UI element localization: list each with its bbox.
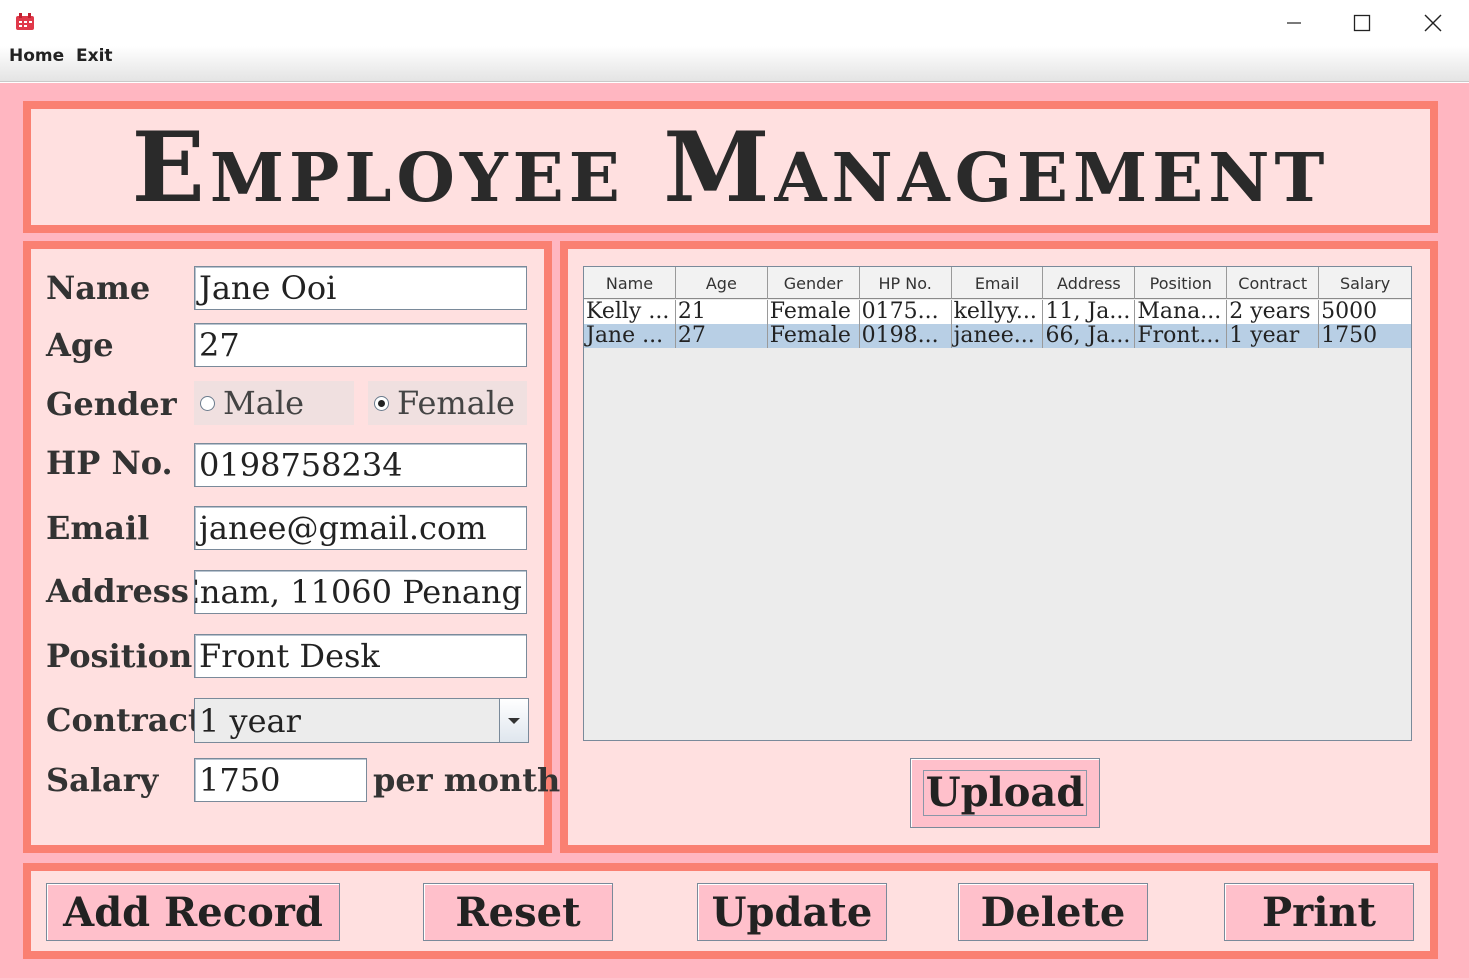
minimize-icon[interactable] [1259, 0, 1329, 46]
table-cell: 0175... [860, 300, 952, 324]
column-header-salary[interactable]: Salary [1319, 267, 1411, 299]
table-cell: Jane ... [584, 324, 676, 348]
page-title: Employee Management [131, 110, 1330, 224]
salary-unit-label: per month [373, 761, 561, 799]
gender-female-label: Female [397, 384, 515, 422]
gender-male-label: Male [223, 384, 305, 422]
table-cell: Female [768, 300, 860, 324]
update-button[interactable]: Update [697, 883, 887, 941]
gender-label: Gender [46, 385, 177, 423]
column-header-hp[interactable]: HP No. [860, 267, 952, 299]
chevron-down-icon[interactable] [499, 699, 528, 742]
menu-bar: Home Exit [0, 46, 1469, 82]
table-cell: 1750 [1321, 324, 1378, 348]
window-title-bar [0, 0, 1469, 46]
hp-input[interactable]: 0198758234 [194, 443, 527, 487]
salary-label: Salary [46, 761, 159, 799]
salary-input[interactable]: 1750 [194, 758, 367, 802]
contract-selected-value: 1 year [199, 701, 301, 740]
name-input[interactable]: Jane Ooi [194, 266, 527, 310]
radio-selected-icon [374, 395, 389, 411]
age-label: Age [46, 326, 114, 364]
column-header-gender[interactable]: Gender [768, 267, 860, 299]
add-record-button[interactable]: Add Record [46, 883, 340, 941]
employee-table[interactable]: Name Age Gender HP No. Email Address Pos… [583, 266, 1412, 741]
menu-exit[interactable]: Exit [76, 46, 113, 82]
reset-button[interactable]: Reset [423, 883, 613, 941]
title-panel: Employee Management [23, 101, 1438, 233]
hp-label: HP No. [46, 444, 173, 482]
column-header-contract[interactable]: Contract [1227, 267, 1320, 299]
age-input[interactable]: 27 [194, 323, 527, 367]
email-input[interactable]: janee@gmail.com [194, 506, 527, 550]
name-label: Name [46, 269, 151, 307]
position-input[interactable]: Front Desk [194, 634, 527, 678]
upload-button[interactable]: Upload [910, 758, 1100, 828]
calendar-icon [15, 13, 35, 31]
close-icon[interactable] [1398, 0, 1468, 46]
table-cell: Front... [1135, 324, 1228, 348]
email-label: Email [46, 509, 150, 547]
position-label: Position [46, 637, 193, 675]
table-cell: Kelly ... [584, 300, 676, 324]
column-header-address[interactable]: Address [1043, 267, 1136, 299]
maximize-icon[interactable] [1327, 0, 1397, 46]
upload-button-label: Upload [922, 770, 1088, 816]
table-cell: Female [768, 324, 860, 348]
table-cell: 21 [676, 300, 768, 324]
gender-male-radio[interactable]: Male [194, 381, 354, 425]
gender-female-radio[interactable]: Female [368, 381, 527, 425]
radio-unselected-icon [200, 395, 215, 411]
column-header-position[interactable]: Position [1135, 267, 1228, 299]
table-cell: 0198... [860, 324, 952, 348]
menu-home[interactable]: Home [9, 46, 64, 82]
address-input[interactable]: ı Enam, 11060 Penang [194, 570, 527, 614]
column-header-email[interactable]: Email [952, 267, 1044, 299]
table-cell: 2 years [1227, 300, 1320, 324]
contract-label: Contract [46, 701, 203, 739]
table-row-selected[interactable]: Jane ... 27 Female 0198... janee... 66, … [584, 324, 1411, 348]
table-cell: 66, Ja... [1043, 324, 1136, 348]
table-cell: 27 [676, 324, 768, 348]
print-button[interactable]: Print [1224, 883, 1414, 941]
address-label: Address [46, 572, 189, 610]
table-cell: Mana... [1135, 300, 1228, 324]
table-header: Name Age Gender HP No. Email Address Pos… [584, 267, 1411, 299]
table-row[interactable]: Kelly ... 21 Female 0175... kellyy... 11… [584, 300, 1411, 324]
column-header-age[interactable]: Age [676, 267, 768, 299]
column-header-name[interactable]: Name [584, 267, 676, 299]
table-cell: janee... [952, 324, 1044, 348]
contract-dropdown[interactable]: 1 year [194, 698, 529, 743]
table-cell: 11, Ja... [1043, 300, 1136, 324]
table-cell: 5000 [1321, 300, 1378, 324]
table-cell: 1 year [1227, 324, 1320, 348]
table-cell: kellyy... [952, 300, 1044, 324]
delete-button[interactable]: Delete [958, 883, 1148, 941]
